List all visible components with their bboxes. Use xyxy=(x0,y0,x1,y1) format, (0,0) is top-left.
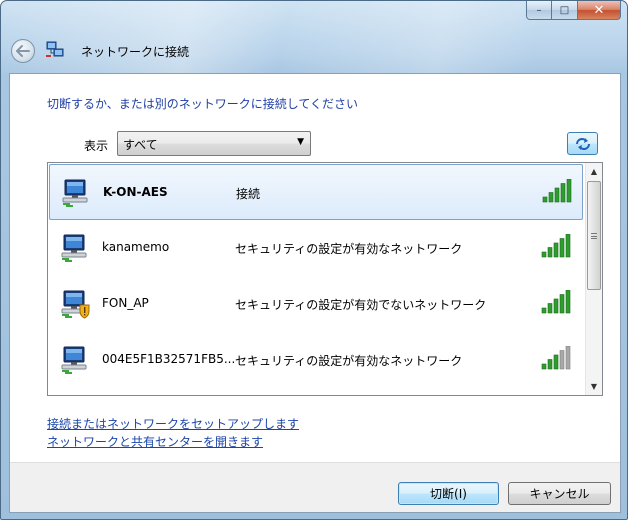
filter-label: 表示 xyxy=(84,139,109,153)
refresh-button[interactable] xyxy=(567,132,598,155)
network-name: FON_AP xyxy=(102,296,149,310)
network-row[interactable]: 004E5F1B32571FB5... セキュリティの設定が有効なネットワーク xyxy=(49,332,583,388)
signal-strength-icon xyxy=(542,179,572,203)
cancel-button[interactable]: キャンセル xyxy=(508,482,611,505)
back-arrow-icon xyxy=(16,45,30,57)
network-row[interactable]: kanamemo セキュリティの設定が有効なネットワーク xyxy=(49,220,583,276)
setup-connection-link[interactable]: 接続またはネットワークをセットアップします xyxy=(47,415,299,432)
wireless-network-icon xyxy=(62,179,88,207)
filter-selected-value: すべて xyxy=(123,138,158,152)
network-list[interactable]: K-ON-AES 接続 kanamemo セキュリティの設定が有効なネットワーク FON… xyxy=(47,162,603,396)
page-title: ネットワークに接続 xyxy=(81,45,190,59)
network-status: セキュリティの設定が有効なネットワーク xyxy=(235,242,463,256)
network-name: kanamemo xyxy=(102,240,170,254)
connect-to-network-window: – □ ✕ ネットワークに接続 切断するか、または別のネットワークに接続してくだ… xyxy=(0,0,628,520)
instruction-text: 切断するか、または別のネットワークに接続してください xyxy=(47,97,359,111)
wireless-network-warning-icon xyxy=(61,290,90,319)
wireless-network-icon xyxy=(61,346,87,374)
scroll-down-button[interactable]: ▼ xyxy=(586,378,602,395)
grip-icon xyxy=(591,232,597,239)
back-button[interactable] xyxy=(11,39,35,63)
refresh-icon xyxy=(575,137,590,150)
scrollbar[interactable]: ▲ ▼ xyxy=(585,163,602,395)
signal-strength-icon xyxy=(541,346,571,370)
network-name: 004E5F1B32571FB5... xyxy=(102,352,236,366)
scroll-up-button[interactable]: ▲ xyxy=(586,163,602,180)
signal-strength-icon xyxy=(541,290,571,314)
network-connection-icon xyxy=(46,41,64,57)
caption-buttons: – □ ✕ xyxy=(526,1,621,20)
network-status: 接続 xyxy=(236,187,261,201)
disconnect-button[interactable]: 切断(I) xyxy=(398,482,499,505)
filter-dropdown[interactable]: すべて ▼ xyxy=(117,131,311,156)
sharing-center-link[interactable]: ネットワークと共有センターを開きます xyxy=(47,433,263,450)
content-area: 切断するか、または別のネットワークに接続してください 表示 すべて ▼ K-ON… xyxy=(9,73,621,513)
scroll-thumb[interactable] xyxy=(587,181,601,290)
close-button[interactable]: ✕ xyxy=(578,1,621,20)
wireless-network-icon xyxy=(61,234,87,262)
network-status: セキュリティの設定が有効なネットワーク xyxy=(235,354,463,368)
chevron-down-icon: ▼ xyxy=(297,137,304,147)
network-row[interactable]: K-ON-AES 接続 xyxy=(49,164,583,220)
network-status: セキュリティの設定が有効でないネットワーク xyxy=(235,298,487,312)
minimize-button[interactable]: – xyxy=(526,1,552,20)
network-row[interactable]: FON_AP セキュリティの設定が有効でないネットワーク xyxy=(49,276,583,332)
network-name: K-ON-AES xyxy=(103,185,168,199)
maximize-button[interactable]: □ xyxy=(552,1,578,20)
signal-strength-icon xyxy=(541,234,571,258)
